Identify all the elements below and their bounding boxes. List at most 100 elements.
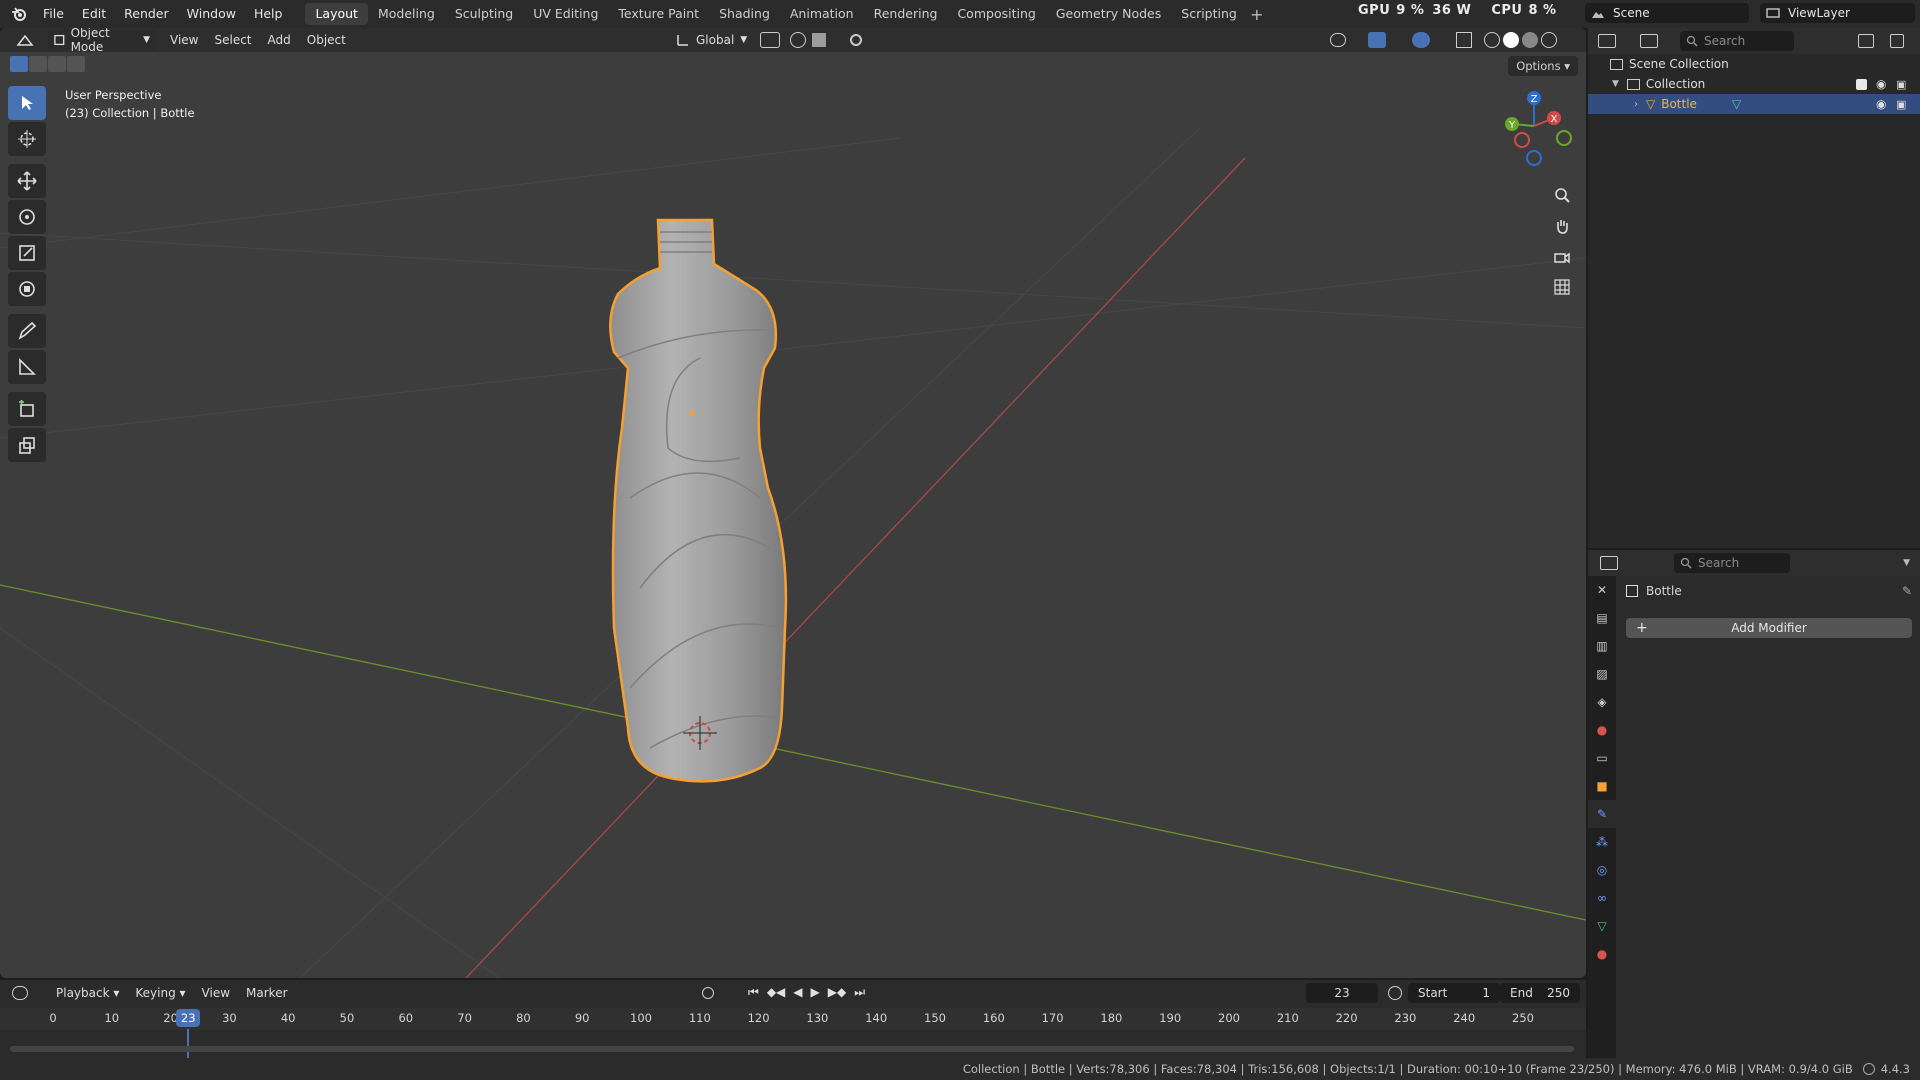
tab-tool[interactable]: ✕ — [1588, 576, 1616, 604]
zoom-icon[interactable] — [1549, 182, 1575, 208]
mode-dropdown[interactable]: Object Mode ▼ — [48, 28, 156, 54]
pin-icon[interactable]: ✎ — [1902, 584, 1912, 598]
tab-scripting[interactable]: Scripting — [1171, 3, 1247, 25]
transform-orientation-dropdown[interactable]: Global ▼ — [670, 30, 753, 50]
outliner-collection[interactable]: ▼ Collection ◉ ▣ — [1588, 74, 1920, 94]
expand-chevron-icon[interactable]: › — [1634, 99, 1638, 110]
timeline-menu-keying[interactable]: Keying ▾ — [127, 986, 193, 1000]
viewport-menu-select[interactable]: Select — [206, 33, 259, 47]
pivot-point-icon[interactable] — [760, 32, 780, 48]
playhead-frame[interactable]: 23 — [176, 1009, 201, 1027]
proportional-edit-icon[interactable] — [850, 34, 862, 46]
material-shading-icon[interactable] — [1522, 32, 1538, 48]
move-tool[interactable] — [8, 164, 46, 198]
3d-viewport[interactable]: Object Mode ▼ View Select Add Object Glo… — [0, 28, 1586, 978]
tab-view-layer[interactable]: ▨ — [1588, 660, 1616, 688]
tab-layout[interactable]: Layout — [305, 3, 368, 25]
navigation-gizmo[interactable]: Z X Y — [1494, 88, 1574, 168]
timeline-menu-marker[interactable]: Marker — [238, 986, 295, 1000]
tab-geometry-nodes[interactable]: Geometry Nodes — [1046, 3, 1171, 25]
annotate-tool[interactable] — [8, 314, 46, 348]
properties-search-input[interactable]: Search — [1674, 553, 1790, 573]
scale-tool[interactable] — [8, 236, 46, 270]
tab-sculpting[interactable]: Sculpting — [445, 3, 523, 25]
camera-icon[interactable]: ▣ — [1896, 98, 1906, 111]
blender-logo-icon[interactable] — [8, 3, 30, 25]
tab-data[interactable]: ▽ — [1588, 912, 1616, 940]
tab-world[interactable]: ● — [1588, 716, 1616, 744]
current-frame-field[interactable]: 23 — [1306, 983, 1378, 1003]
auto-keying-icon[interactable] — [702, 987, 714, 999]
tab-constraints[interactable]: ∞ — [1588, 884, 1616, 912]
menu-edit[interactable]: Edit — [73, 3, 115, 25]
tab-collection[interactable]: ▭ — [1588, 744, 1616, 772]
next-keyframe-icon[interactable]: ▶◆ — [828, 985, 846, 1000]
menu-render[interactable]: Render — [115, 3, 178, 25]
tab-physics[interactable]: ◎ — [1588, 856, 1616, 884]
cursor-tool[interactable] — [8, 122, 46, 156]
outliner-scene-collection[interactable]: Scene Collection — [1588, 54, 1920, 74]
timeline-ruler[interactable]: 0 10 20 30 40 50 60 70 80 90 100 110 120 130 140 150 160… — [0, 1008, 1586, 1063]
xray-toggle-icon[interactable] — [1456, 32, 1472, 48]
select-subtract-icon[interactable] — [48, 56, 66, 72]
tab-modifiers[interactable]: ✎ — [1588, 800, 1616, 828]
properties-editor-type-icon[interactable] — [1600, 556, 1618, 570]
scene-selector[interactable]: Scene — [1585, 3, 1749, 23]
snap-icon[interactable] — [790, 32, 806, 48]
outliner-object-bottle[interactable]: › ▽ Bottle ▽ ◉ ▣ — [1588, 94, 1920, 114]
chevron-down-icon[interactable]: ▼ — [1903, 558, 1910, 568]
transform-tool[interactable] — [8, 272, 46, 306]
tab-object[interactable]: ■ — [1588, 772, 1616, 800]
select-extend-icon[interactable] — [29, 56, 47, 72]
exclude-checkbox-icon[interactable] — [1856, 78, 1867, 90]
tab-rendering[interactable]: Rendering — [864, 3, 948, 25]
viewport-menu-add[interactable]: Add — [260, 33, 299, 47]
display-mode-icon[interactable] — [1640, 34, 1658, 48]
editor-type-menu[interactable] — [10, 30, 40, 50]
tab-animation[interactable]: Animation — [780, 3, 864, 25]
tab-scene[interactable]: ◈ — [1588, 688, 1616, 716]
tab-uv-editing[interactable]: UV Editing — [523, 3, 608, 25]
tab-material[interactable]: ● — [1588, 940, 1616, 968]
eye-icon[interactable]: ◉ — [1876, 77, 1886, 91]
gizmo-toggle-icon[interactable] — [1368, 32, 1386, 48]
options-button[interactable]: Options ▾ — [1508, 56, 1578, 76]
visibility-icon[interactable] — [1330, 33, 1346, 47]
menu-help[interactable]: Help — [245, 3, 292, 25]
snap-target-icon[interactable] — [812, 33, 826, 47]
outliner-search-input[interactable]: Search — [1680, 31, 1794, 51]
jump-end-icon[interactable]: ⏭ — [854, 985, 865, 1000]
measure-tool[interactable] — [8, 350, 46, 384]
camera-icon[interactable]: ▣ — [1896, 78, 1906, 91]
menu-window[interactable]: Window — [178, 3, 245, 25]
select-box-tool[interactable] — [8, 86, 46, 120]
eye-icon[interactable]: ◉ — [1876, 97, 1886, 111]
viewport-menu-object[interactable]: Object — [299, 33, 354, 47]
timer-icon[interactable] — [1388, 986, 1402, 1000]
jump-start-icon[interactable]: ⏮ — [748, 985, 759, 1000]
tab-texture-paint[interactable]: Texture Paint — [608, 3, 709, 25]
tab-shading[interactable]: Shading — [709, 3, 780, 25]
rotate-tool[interactable] — [8, 200, 46, 234]
timeline-scrollbar[interactable] — [10, 1046, 1574, 1052]
prev-keyframe-icon[interactable]: ◆◀ — [767, 985, 785, 1000]
mesh-data-icon[interactable]: ▽ — [1732, 97, 1741, 111]
overlay-toggle-icon[interactable] — [1412, 32, 1430, 48]
solid-shading-icon[interactable] — [1503, 32, 1519, 48]
add-workspace-icon[interactable]: + — [1247, 5, 1267, 24]
bottle-mesh[interactable] — [609, 218, 788, 783]
timeline-editor-type-icon[interactable] — [12, 986, 28, 1000]
wireframe-shading-icon[interactable] — [1484, 32, 1500, 48]
pan-hand-icon[interactable] — [1549, 213, 1575, 239]
timeline-menu-view[interactable]: View — [194, 986, 238, 1000]
menu-file[interactable]: File — [34, 3, 73, 25]
extrude-tool[interactable] — [8, 428, 46, 462]
viewport-menu-view[interactable]: View — [162, 33, 206, 47]
end-frame-field[interactable]: End 250 — [1500, 983, 1580, 1003]
view-layer-selector[interactable]: ViewLayer — [1760, 3, 1915, 23]
tab-render[interactable]: ▤ — [1588, 604, 1616, 632]
camera-view-icon[interactable] — [1549, 244, 1575, 270]
play-icon[interactable]: ▶ — [811, 985, 820, 1000]
timeline-menu-playback[interactable]: Playback ▾ — [48, 986, 127, 1000]
rendered-shading-icon[interactable] — [1541, 32, 1557, 48]
